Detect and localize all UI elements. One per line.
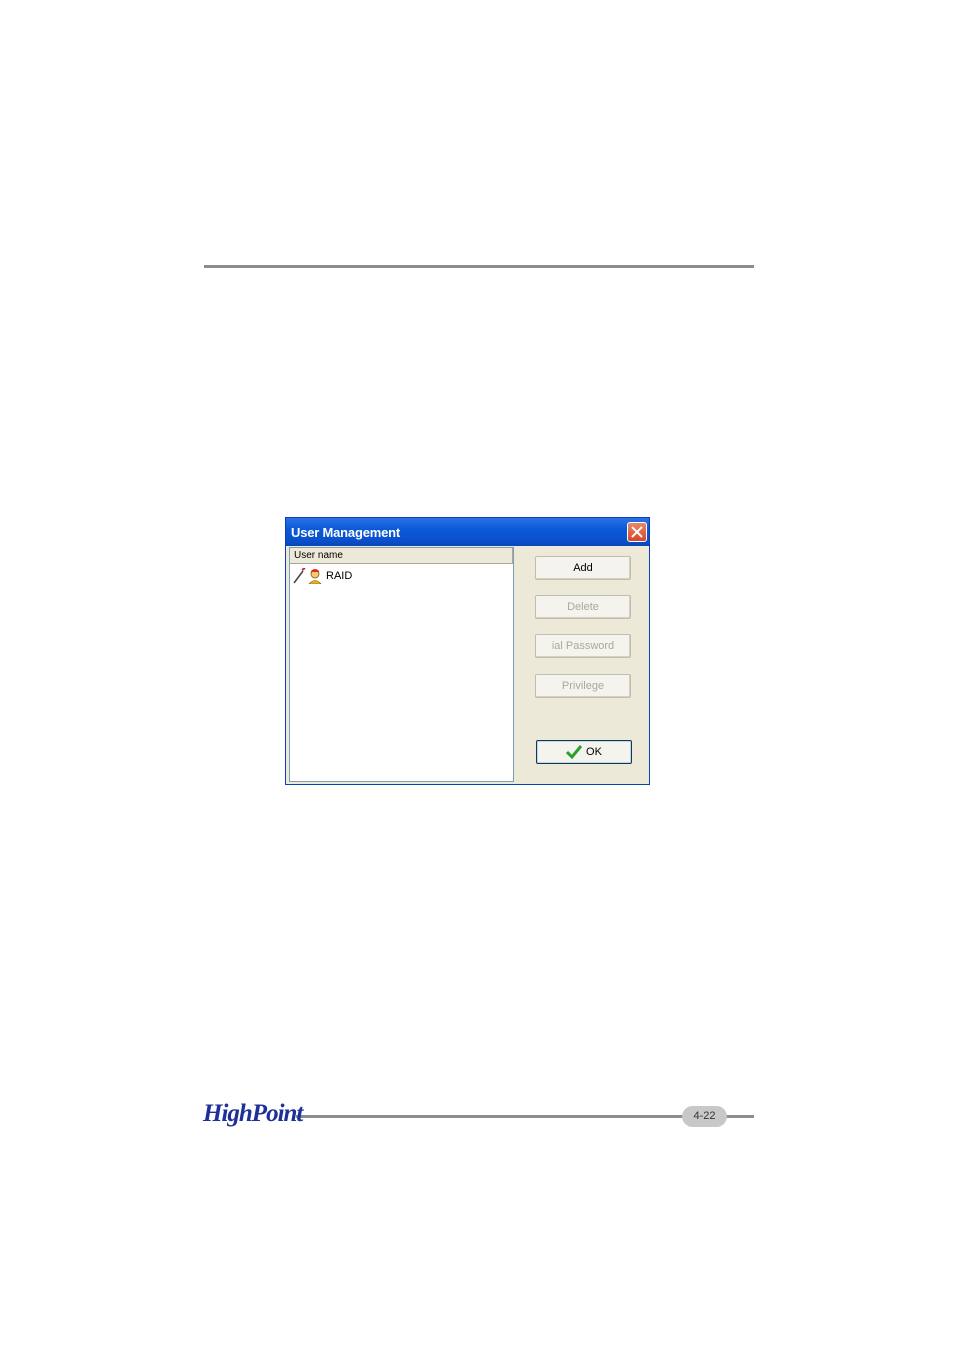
close-button[interactable]	[627, 522, 647, 542]
delete-button[interactable]: Delete	[535, 595, 631, 619]
header-rule	[204, 265, 754, 268]
user-name-label: RAID	[326, 570, 353, 582]
ok-label: OK	[586, 746, 602, 758]
user-list[interactable]: User name RAID	[289, 547, 514, 782]
close-icon	[631, 526, 643, 538]
column-header-user-name[interactable]: User name	[290, 548, 513, 564]
edit-user-icon	[293, 567, 322, 585]
checkmark-icon	[566, 745, 583, 759]
title-bar[interactable]: User Management	[286, 518, 649, 546]
privilege-button[interactable]: Privilege	[535, 674, 631, 698]
add-button[interactable]: Add	[535, 556, 631, 580]
ok-button[interactable]: OK	[536, 740, 632, 764]
highpoint-logo: HighPoint	[203, 1100, 303, 1127]
page-number-badge: 4-22	[682, 1106, 727, 1127]
user-icons	[292, 567, 324, 585]
user-management-dialog: User Management User name RAID Add Delet…	[285, 517, 650, 785]
change-password-button[interactable]: ial Password	[535, 634, 631, 658]
dialog-title: User Management	[291, 525, 400, 540]
list-item[interactable]: RAID	[292, 567, 353, 585]
